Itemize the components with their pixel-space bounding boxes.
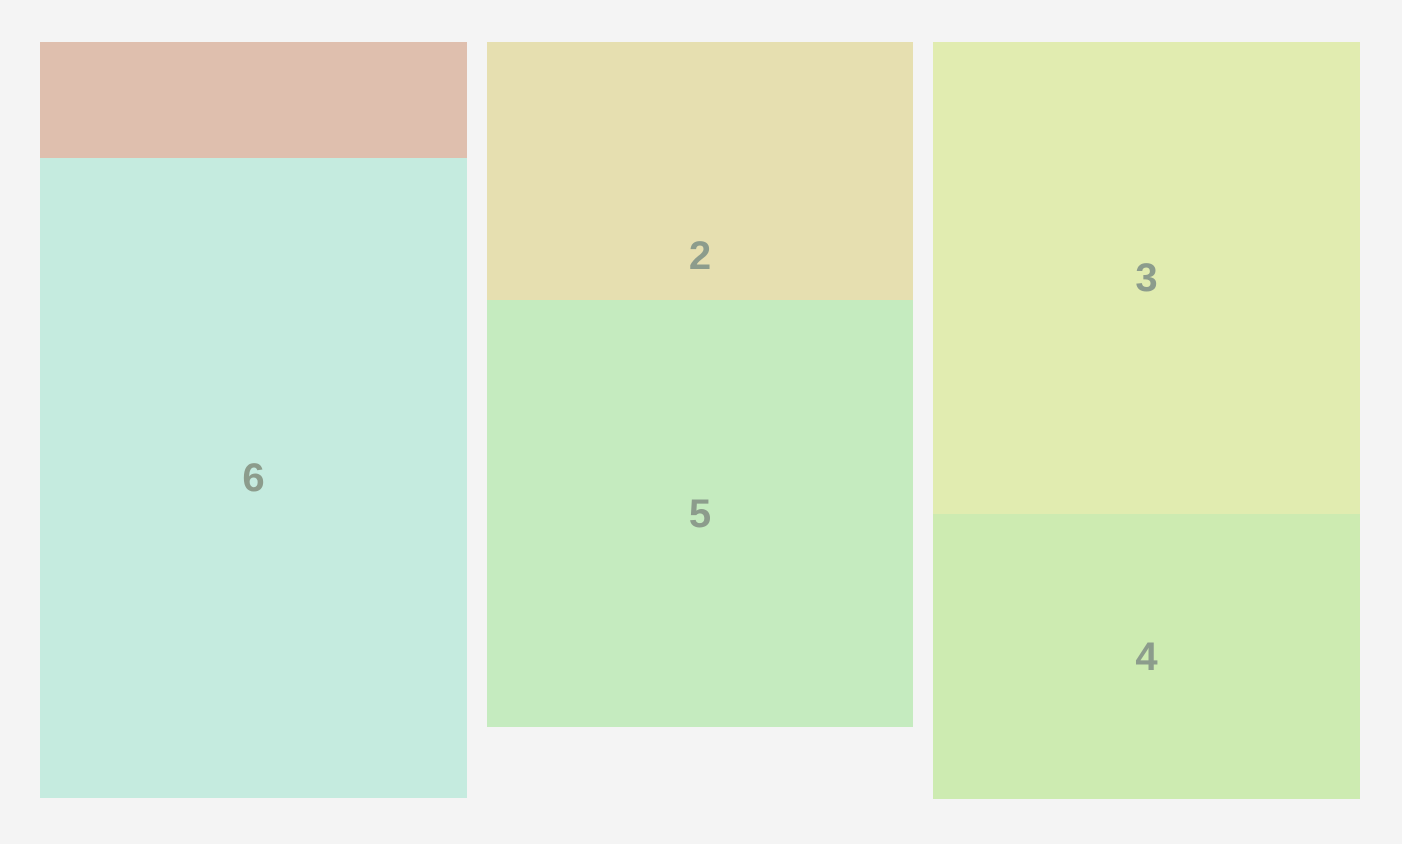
tile-label: 2 (688, 234, 712, 278)
tile-label: 5 (688, 491, 712, 536)
tile-label: 6 (242, 456, 265, 500)
tile-2[interactable]: 2 (487, 42, 913, 300)
tile-label: 4 (1135, 634, 1158, 679)
tile-6[interactable]: 6 (40, 158, 467, 798)
tile-1[interactable] (40, 42, 467, 158)
tile-3[interactable]: 3 (933, 42, 1360, 514)
tile-4[interactable]: 4 (933, 514, 1360, 799)
tile-label: 3 (1135, 256, 1158, 300)
tile-5[interactable]: 5 (487, 300, 913, 727)
